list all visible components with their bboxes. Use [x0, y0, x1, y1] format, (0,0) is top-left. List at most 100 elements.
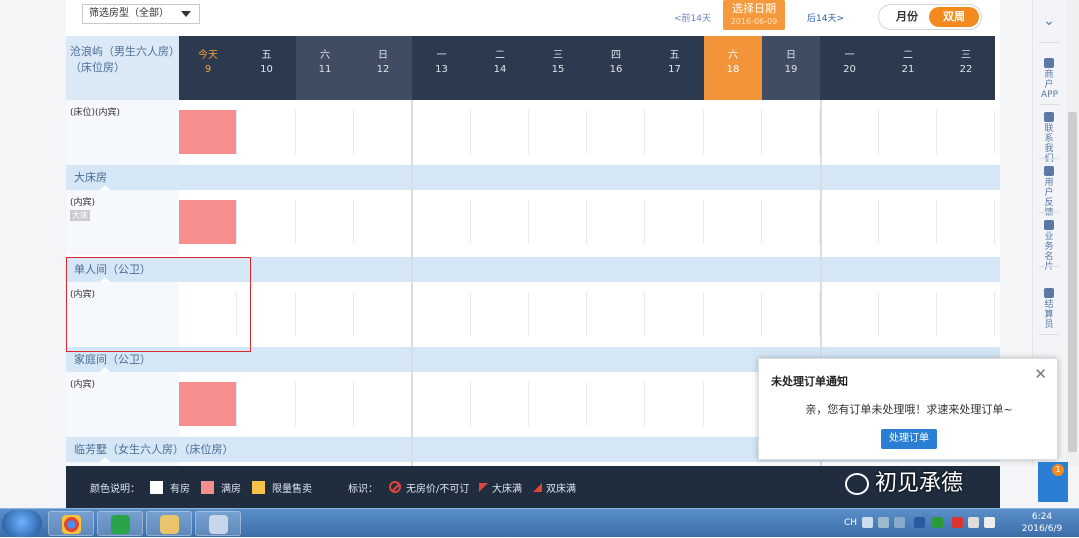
- taskbar-chrome[interactable]: [48, 511, 94, 536]
- availability-cell[interactable]: [412, 200, 471, 244]
- tray-icon[interactable]: [894, 517, 905, 528]
- paint-icon: [209, 515, 228, 534]
- availability-cell[interactable]: [645, 292, 704, 336]
- availability-cell[interactable]: [296, 292, 354, 336]
- day-column-9: 六 18: [704, 36, 762, 100]
- availability-cell[interactable]: [237, 110, 296, 154]
- availability-cell[interactable]: [762, 110, 820, 154]
- double-chevron-down-icon[interactable]: ⌄: [1033, 14, 1065, 28]
- availability-cell[interactable]: [704, 200, 762, 244]
- taskbar-clock[interactable]: 6:24 2016/6/9: [1016, 511, 1068, 535]
- availability-cell[interactable]: [237, 382, 296, 426]
- availability-cell[interactable]: [179, 382, 237, 426]
- availability-cell[interactable]: [937, 292, 995, 336]
- legend-available: 有房: [170, 484, 190, 495]
- availability-cell[interactable]: [529, 110, 587, 154]
- tray-app-icon[interactable]: [952, 517, 963, 528]
- taskbar-explorer[interactable]: [146, 511, 192, 536]
- availability-cell[interactable]: [354, 110, 412, 154]
- availability-cell[interactable]: [237, 200, 296, 244]
- person-icon: [1044, 220, 1054, 230]
- start-button[interactable]: [2, 510, 42, 537]
- availability-cell[interactable]: [471, 110, 529, 154]
- availability-cell[interactable]: [296, 110, 354, 154]
- availability-cell[interactable]: [471, 200, 529, 244]
- availability-cell[interactable]: [412, 382, 471, 426]
- availability-cell[interactable]: [937, 110, 995, 154]
- security-icon[interactable]: [932, 517, 943, 528]
- two-week-view-button[interactable]: 双周: [929, 7, 979, 27]
- availability-cell[interactable]: [879, 200, 937, 244]
- sidebar-item-2[interactable]: 用户反馈: [1033, 166, 1065, 218]
- telephone-icon: [1044, 112, 1054, 122]
- highlight-box: [66, 257, 251, 352]
- taskbar-paint[interactable]: [195, 511, 241, 536]
- month-view-button[interactable]: 月份: [887, 5, 927, 29]
- availability-cell[interactable]: [879, 110, 937, 154]
- availability-cell[interactable]: [704, 382, 762, 426]
- availability-cell[interactable]: [296, 382, 354, 426]
- tray-help-icon[interactable]: [878, 517, 889, 528]
- input-lang-indicator[interactable]: CH: [844, 518, 857, 528]
- ime-icon[interactable]: [862, 517, 873, 528]
- availability-cell[interactable]: [412, 292, 471, 336]
- availability-cell[interactable]: [762, 292, 820, 336]
- availability-cell[interactable]: [354, 200, 412, 244]
- availability-cell[interactable]: [587, 110, 645, 154]
- availability-cell[interactable]: [529, 292, 587, 336]
- prev-14-days-link[interactable]: <前14天: [674, 11, 711, 24]
- sidebar-item-4[interactable]: 结算员: [1033, 288, 1065, 330]
- availability-cell[interactable]: [937, 200, 995, 244]
- availability-cell[interactable]: [471, 292, 529, 336]
- availability-cell[interactable]: [587, 292, 645, 336]
- sidebar-divider: [1039, 158, 1059, 159]
- availability-cell[interactable]: [820, 292, 879, 336]
- day-date: 15: [551, 64, 565, 75]
- availability-cell[interactable]: [704, 110, 762, 154]
- select-date-button[interactable]: 选择日期 2016-06-09: [723, 0, 785, 30]
- sidebar-item-1[interactable]: 联系我们: [1033, 112, 1065, 164]
- availability-cell[interactable]: [820, 200, 879, 244]
- availability-cell[interactable]: [471, 382, 529, 426]
- phone-icon: [1044, 58, 1054, 68]
- shield-icon[interactable]: [914, 517, 925, 528]
- process-order-button[interactable]: 处理订单: [881, 429, 937, 449]
- scrollbar-thumb[interactable]: [1068, 112, 1077, 452]
- day-column-6: 三 15: [529, 36, 587, 100]
- availability-cell[interactable]: [179, 110, 237, 154]
- day-of-week: 六: [728, 50, 738, 61]
- availability-cell[interactable]: [529, 382, 587, 426]
- chat-widget-button[interactable]: 1: [1038, 462, 1068, 502]
- availability-cell[interactable]: [354, 292, 412, 336]
- availability-cell[interactable]: [587, 382, 645, 426]
- room-type-filter-select[interactable]: 筛选房型（全部）: [82, 4, 200, 24]
- next-14-days-link[interactable]: 后14天>: [807, 11, 844, 24]
- availability-cell[interactable]: [645, 200, 704, 244]
- availability-cell[interactable]: [704, 292, 762, 336]
- notification-title: 未处理订单通知: [771, 375, 848, 388]
- availability-cell[interactable]: [645, 110, 704, 154]
- availability-cell[interactable]: [296, 200, 354, 244]
- availability-cell[interactable]: [762, 200, 820, 244]
- close-icon[interactable]: ✕: [1034, 367, 1047, 382]
- toolbar: 筛选房型（全部） <前14天 选择日期 2016-06-09 后14天> 月份 …: [66, 0, 1000, 36]
- sidebar-item-3[interactable]: 业务名片: [1033, 220, 1065, 272]
- availability-cell[interactable]: [820, 110, 879, 154]
- availability-cell[interactable]: [179, 200, 237, 244]
- day-column-2: 六 11: [296, 36, 354, 100]
- day-date: 13: [435, 64, 448, 75]
- room-availability-row: [179, 190, 1000, 255]
- availability-cell[interactable]: [412, 110, 471, 154]
- sidebar-item-0[interactable]: 商户APP: [1033, 58, 1065, 100]
- availability-cell[interactable]: [645, 382, 704, 426]
- availability-cell[interactable]: [354, 382, 412, 426]
- taskbar-app-s[interactable]: [97, 511, 143, 536]
- legend-color-label: 颜色说明：: [90, 484, 140, 495]
- availability-cell[interactable]: [587, 200, 645, 244]
- availability-cell[interactable]: [529, 200, 587, 244]
- volume-icon[interactable]: [984, 517, 995, 528]
- availability-cell[interactable]: [879, 292, 937, 336]
- page-scrollbar[interactable]: [1066, 0, 1079, 466]
- network-icon[interactable]: [968, 517, 979, 528]
- room-availability-row: [179, 282, 1000, 347]
